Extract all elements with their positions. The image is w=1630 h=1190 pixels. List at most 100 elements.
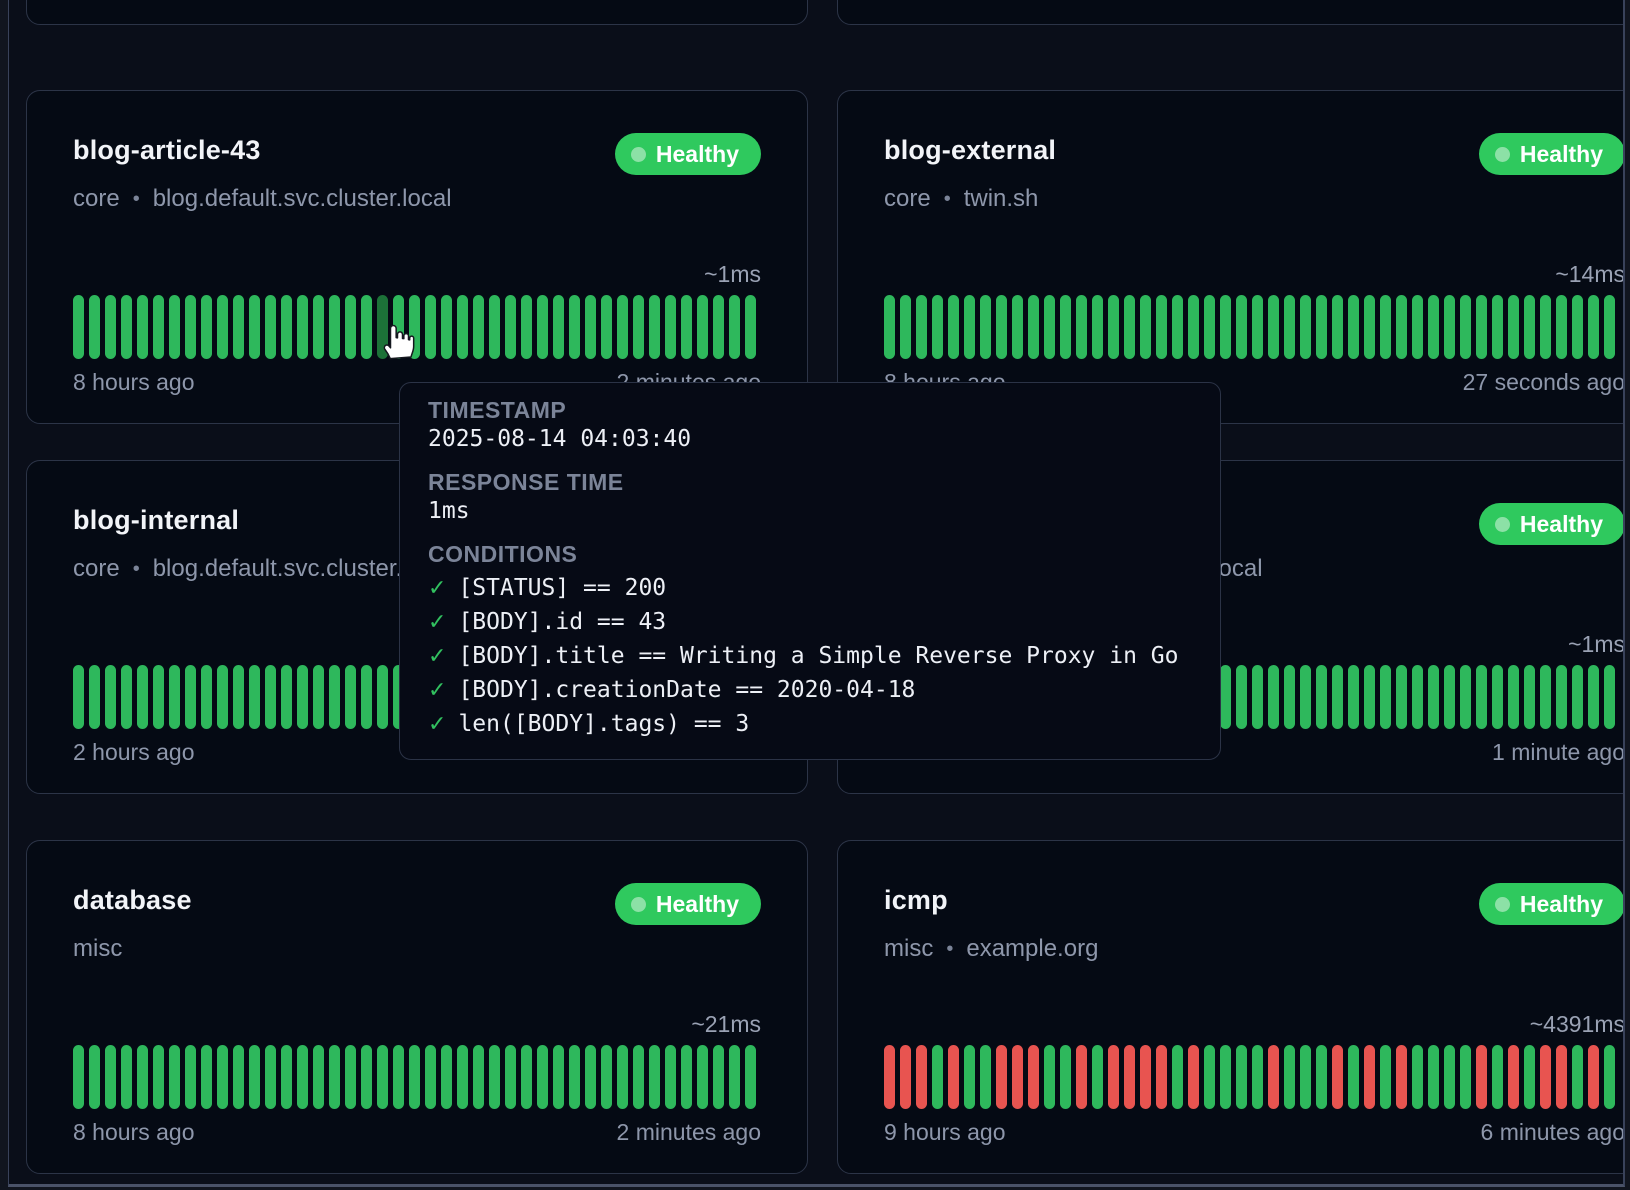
uptime-bar[interactable]: [201, 665, 212, 729]
uptime-bar[interactable]: [1332, 295, 1343, 359]
uptime-bar[interactable]: [617, 295, 628, 359]
uptime-bar[interactable]: [185, 1045, 196, 1109]
uptime-bar[interactable]: [1108, 1045, 1119, 1109]
uptime-bar[interactable]: [1284, 295, 1295, 359]
uptime-bar[interactable]: [1268, 1045, 1279, 1109]
uptime-bar[interactable]: [1540, 1045, 1551, 1109]
uptime-bar[interactable]: [1316, 1045, 1327, 1109]
uptime-bar[interactable]: [1476, 1045, 1487, 1109]
uptime-bar[interactable]: [105, 1045, 116, 1109]
uptime-bar[interactable]: [1572, 665, 1583, 729]
uptime-bar[interactable]: [105, 665, 116, 729]
uptime-bar[interactable]: [1572, 1045, 1583, 1109]
uptime-bar[interactable]: [1492, 1045, 1503, 1109]
uptime-bar[interactable]: [457, 1045, 468, 1109]
uptime-bar[interactable]: [281, 1045, 292, 1109]
uptime-bar[interactable]: [1412, 1045, 1423, 1109]
uptime-bar[interactable]: [473, 295, 484, 359]
uptime-bar[interactable]: [1332, 665, 1343, 729]
uptime-bar[interactable]: [329, 665, 340, 729]
uptime-bar[interactable]: [1364, 295, 1375, 359]
uptime-bar[interactable]: [329, 295, 340, 359]
uptime-bar[interactable]: [489, 295, 500, 359]
endpoint-card[interactable]: blog-article-43Healthycore•blog.default.…: [26, 90, 808, 424]
uptime-bar[interactable]: [601, 1045, 612, 1109]
uptime-bar[interactable]: [361, 665, 372, 729]
uptime-bar[interactable]: [697, 295, 708, 359]
uptime-bar[interactable]: [425, 295, 436, 359]
uptime-bar[interactable]: [1284, 665, 1295, 729]
uptime-bar[interactable]: [681, 1045, 692, 1109]
uptime-bar[interactable]: [1380, 1045, 1391, 1109]
uptime-bar[interactable]: [1540, 665, 1551, 729]
uptime-bar[interactable]: [361, 295, 372, 359]
uptime-bar[interactable]: [1188, 295, 1199, 359]
uptime-bar[interactable]: [345, 665, 356, 729]
uptime-bar[interactable]: [1396, 295, 1407, 359]
uptime-bar[interactable]: [1444, 665, 1455, 729]
uptime-bar[interactable]: [377, 1045, 388, 1109]
uptime-bar[interactable]: [121, 1045, 132, 1109]
uptime-bar[interactable]: [1460, 1045, 1471, 1109]
uptime-bar[interactable]: [649, 295, 660, 359]
uptime-bar[interactable]: [1588, 1045, 1599, 1109]
uptime-bar[interactable]: [1156, 1045, 1167, 1109]
uptime-bar[interactable]: [1316, 665, 1327, 729]
uptime-bar[interactable]: [1124, 295, 1135, 359]
uptime-bar[interactable]: [713, 295, 724, 359]
uptime-bar[interactable]: [569, 1045, 580, 1109]
uptime-bar[interactable]: [537, 295, 548, 359]
uptime-bar[interactable]: [1204, 295, 1215, 359]
uptime-bar[interactable]: [73, 295, 84, 359]
uptime-bar[interactable]: [185, 295, 196, 359]
uptime-bar[interactable]: [473, 1045, 484, 1109]
uptime-bar[interactable]: [1524, 295, 1535, 359]
uptime-bar[interactable]: [1028, 1045, 1039, 1109]
uptime-bar[interactable]: [1332, 1045, 1343, 1109]
uptime-bar[interactable]: [361, 1045, 372, 1109]
uptime-bar[interactable]: [393, 1045, 404, 1109]
uptime-bar[interactable]: [1364, 665, 1375, 729]
uptime-bar[interactable]: [1588, 665, 1599, 729]
uptime-bar[interactable]: [1412, 295, 1423, 359]
uptime-bar[interactable]: [409, 1045, 420, 1109]
uptime-bar[interactable]: [884, 295, 895, 359]
uptime-bar[interactable]: [996, 1045, 1007, 1109]
uptime-bar[interactable]: [1556, 1045, 1567, 1109]
uptime-bar[interactable]: [1540, 295, 1551, 359]
uptime-bar[interactable]: [1428, 1045, 1439, 1109]
uptime-bar[interactable]: [1172, 1045, 1183, 1109]
uptime-bar[interactable]: [585, 295, 596, 359]
uptime-bar[interactable]: [505, 1045, 516, 1109]
uptime-bar[interactable]: [1604, 665, 1615, 729]
uptime-bar[interactable]: [217, 295, 228, 359]
uptime-bar[interactable]: [73, 665, 84, 729]
uptime-bar[interactable]: [153, 1045, 164, 1109]
uptime-bar[interactable]: [297, 295, 308, 359]
uptime-bar[interactable]: [1444, 1045, 1455, 1109]
uptime-bar[interactable]: [201, 295, 212, 359]
uptime-bar[interactable]: [1108, 295, 1119, 359]
uptime-bar[interactable]: [505, 295, 516, 359]
uptime-bar[interactable]: [185, 665, 196, 729]
uptime-bar[interactable]: [633, 1045, 644, 1109]
uptime-bar[interactable]: [169, 665, 180, 729]
uptime-bar[interactable]: [1300, 295, 1311, 359]
uptime-bar[interactable]: [233, 295, 244, 359]
uptime-bar[interactable]: [1364, 1045, 1375, 1109]
uptime-bar[interactable]: [1428, 295, 1439, 359]
uptime-bar[interactable]: [1396, 1045, 1407, 1109]
uptime-bar[interactable]: [1012, 1045, 1023, 1109]
uptime-bar[interactable]: [665, 295, 676, 359]
uptime-bar[interactable]: [1316, 295, 1327, 359]
uptime-bar[interactable]: [217, 1045, 228, 1109]
uptime-bar[interactable]: [521, 1045, 532, 1109]
uptime-bar[interactable]: [249, 295, 260, 359]
uptime-bar[interactable]: [1492, 665, 1503, 729]
uptime-bar[interactable]: [1572, 295, 1583, 359]
uptime-bar[interactable]: [900, 295, 911, 359]
uptime-bar[interactable]: [281, 665, 292, 729]
uptime-bar[interactable]: [900, 1045, 911, 1109]
uptime-bar[interactable]: [1236, 295, 1247, 359]
uptime-bar[interactable]: [585, 1045, 596, 1109]
